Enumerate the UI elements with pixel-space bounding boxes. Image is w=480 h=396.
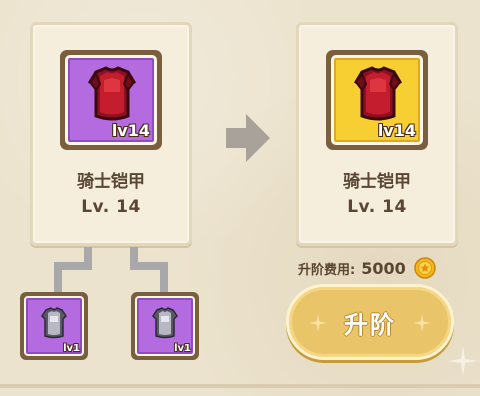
upgrade-button[interactable]: 升阶 [286, 284, 454, 360]
red-armor-icon [87, 66, 137, 121]
upgrade-cost-label: 升阶费用: [298, 262, 356, 278]
arrow-right-icon [226, 114, 270, 162]
connector-line [54, 262, 62, 292]
gold-coin-icon [413, 257, 436, 279]
material-level-badge: lv1 [174, 343, 191, 354]
material-slot-1[interactable]: lv1 [20, 292, 88, 360]
upgrade-button-label: 升阶 [344, 310, 396, 339]
source-item-rarity-bg: lv14 [65, 55, 157, 145]
bottom-border [0, 384, 480, 388]
target-item-rarity-bg: lv14 [331, 55, 423, 145]
target-item-name: 骑士铠甲 [343, 172, 411, 192]
source-item-level-badge: lv14 [111, 121, 150, 140]
corner-sparkle-icon [448, 346, 478, 376]
source-item-name: 骑士铠甲 [77, 172, 145, 192]
connector-line [160, 262, 168, 292]
source-item-level: Lv. 14 [81, 197, 141, 217]
red-armor-icon [353, 66, 403, 121]
sparkle-icon [413, 314, 431, 332]
material-rarity-bg: lv1 [135, 296, 195, 356]
material-slot-2[interactable]: lv1 [131, 292, 199, 360]
target-item-level-badge: lv14 [377, 121, 416, 140]
target-item-level: Lv. 14 [347, 197, 407, 217]
material-level-badge: lv1 [63, 343, 80, 354]
upgrade-cost-row: 升阶费用: 5000 [298, 256, 460, 280]
material-rarity-bg: lv1 [24, 296, 84, 356]
source-item-slot[interactable]: lv14 [60, 50, 162, 150]
gray-vest-icon [152, 307, 178, 339]
target-item-panel: lv14 骑士铠甲 Lv. 14 [296, 22, 458, 246]
gray-vest-icon [41, 307, 67, 339]
target-item-slot[interactable]: lv14 [326, 50, 428, 150]
upgrade-cost-value: 5000 [361, 258, 406, 278]
source-item-panel: lv14 骑士铠甲 Lv. 14 [30, 22, 192, 246]
sparkle-icon [309, 314, 327, 332]
